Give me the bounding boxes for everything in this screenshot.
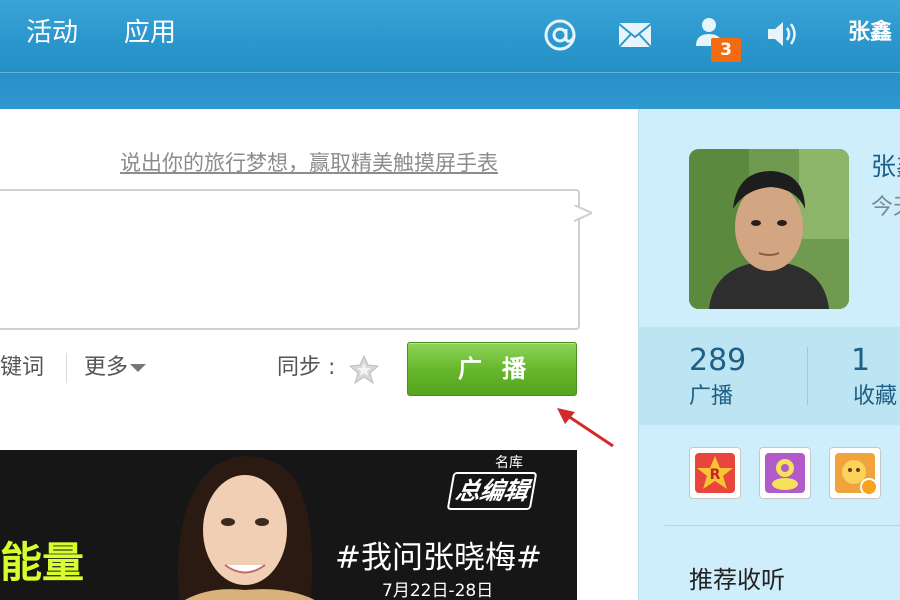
toolbar-divider [66, 353, 67, 383]
compose-textarea[interactable] [0, 189, 580, 330]
top-nav-bar: 活动 应用 3 张鑫 [0, 0, 900, 72]
more-dropdown[interactable]: 更多 [84, 354, 147, 382]
banner-portrait [178, 456, 315, 600]
keywords-link[interactable]: 键词 [0, 354, 44, 382]
svg-text:R: R [710, 467, 721, 483]
profile-name[interactable]: 张鑫 [871, 151, 900, 183]
sidebar-divider [665, 525, 900, 526]
stat-divider [807, 347, 808, 405]
profile-subtitle: 今天 [871, 195, 900, 220]
stat-broadcast-count[interactable]: 289 [689, 343, 746, 379]
banner-left-text: 能量 [0, 538, 85, 587]
at-icon[interactable] [543, 18, 577, 52]
promo-banner[interactable]: 能量 名库 总编辑 #我问张晓梅# 7月22日-28日 [0, 450, 577, 600]
nav-item-activity[interactable]: 活动 [26, 16, 78, 50]
stat-favorites-count[interactable]: 1 [851, 343, 870, 379]
profile-stats: 289 广播 1 收藏 [639, 327, 900, 425]
banner-logo-top: 名库 [495, 455, 523, 471]
user-name-link[interactable]: 张鑫 [848, 18, 892, 48]
avatar[interactable] [689, 149, 849, 309]
sync-label: 同步 : [277, 355, 336, 380]
more-label: 更多 [84, 355, 129, 380]
medal-qq-icon[interactable] [759, 447, 811, 499]
main-column: 说出你的旅行梦想，赢取精美触摸屏手表 键词 更多 同步 : 广播 能量 名库 总… [0, 109, 638, 600]
stat-favorites-label[interactable]: 收藏 [853, 382, 897, 412]
medal-penguin-icon[interactable] [829, 447, 881, 499]
chevron-down-icon [130, 364, 147, 372]
compose-notch-icon [574, 205, 592, 223]
promo-link[interactable]: 说出你的旅行梦想，赢取精美触摸屏手表 [120, 149, 498, 177]
notification-badge[interactable]: 3 [711, 38, 741, 62]
nav-item-apps[interactable]: 应用 [124, 16, 176, 50]
red-arrow-icon [557, 408, 614, 448]
recommend-heading: 推荐收听 [689, 566, 785, 594]
star-icon[interactable] [348, 354, 380, 384]
profile-sidebar: 张鑫 今天 289 广播 1 收藏 R 推荐收听 [638, 109, 900, 600]
medal-r-icon[interactable]: R [689, 447, 741, 499]
banner-date: 7月22日-28日 [382, 581, 494, 600]
top-nav-strip [0, 72, 900, 110]
banner-logo: 总编辑 [446, 472, 538, 510]
avatar-photo [689, 149, 849, 309]
stat-broadcast-label[interactable]: 广播 [689, 382, 733, 412]
banner-hashtag: #我问张晓梅# [335, 540, 542, 576]
sound-icon[interactable] [766, 20, 800, 48]
mail-icon[interactable] [618, 22, 652, 48]
broadcast-button[interactable]: 广播 [407, 342, 577, 396]
